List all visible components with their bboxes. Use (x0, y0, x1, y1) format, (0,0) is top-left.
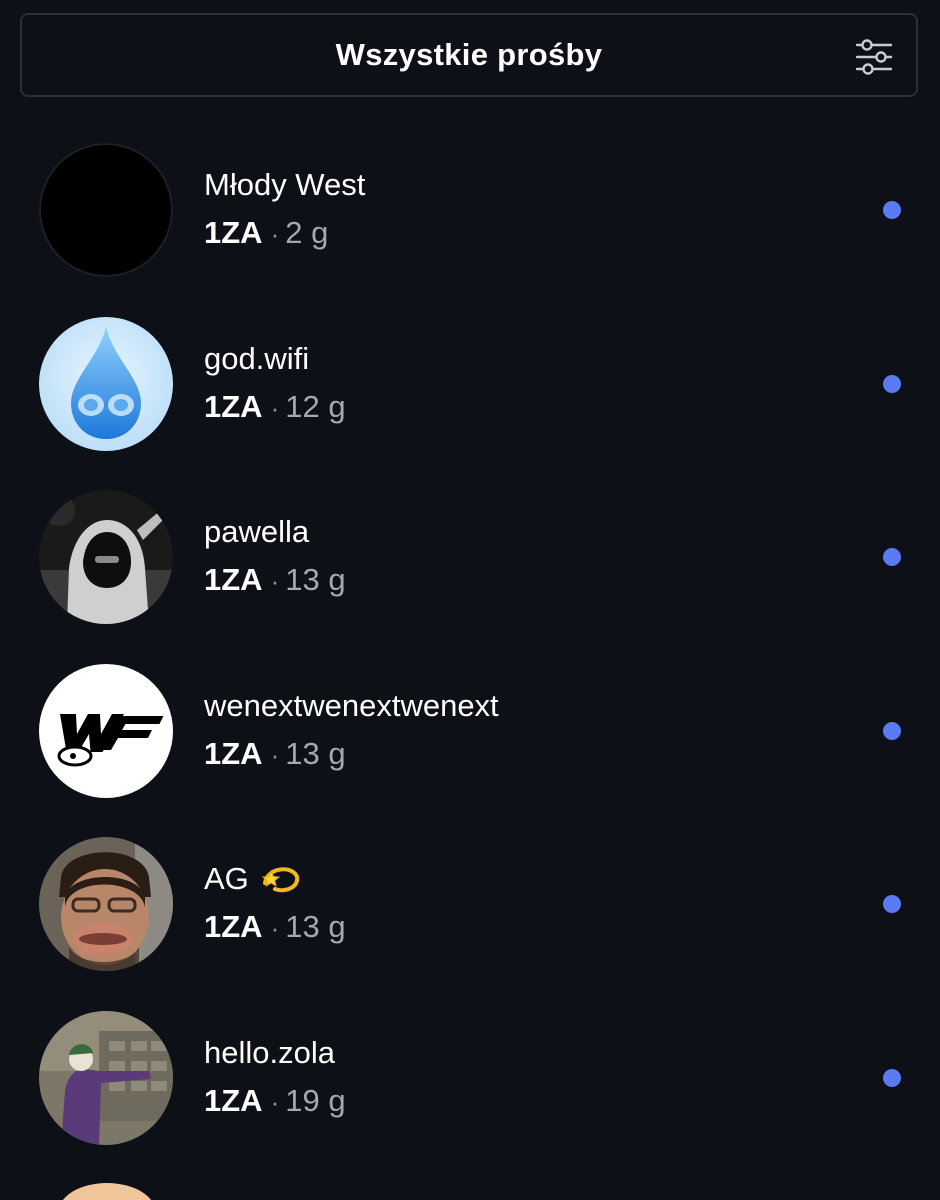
request-row[interactable]: pawella 1ZA · 13 g (0, 470, 940, 644)
face-avatar[interactable] (39, 837, 173, 972)
request-badge: 1ZA (204, 562, 263, 598)
meta-separator: · (270, 739, 280, 770)
meta-separator: · (270, 913, 280, 944)
sliders-icon[interactable] (854, 37, 894, 77)
unread-dot (883, 1068, 901, 1087)
request-name-text: AG (204, 861, 249, 897)
request-age: 13 g (285, 735, 346, 771)
hooded-person-avatar[interactable] (39, 490, 173, 625)
requests-filter-bar[interactable]: Wszystkie prośby (20, 13, 918, 97)
request-meta: 1ZA · 13 g (204, 909, 346, 946)
joker-avatar[interactable] (39, 1010, 173, 1145)
black-avatar[interactable] (39, 143, 173, 277)
unread-dot (883, 201, 901, 219)
meta-separator: · (270, 392, 280, 423)
unread-dot (883, 548, 901, 567)
request-row[interactable]: AG 1ZA · 13 g (0, 817, 940, 991)
request-row[interactable]: god.wifi 1ZA · 12 g (0, 297, 940, 471)
request-name: AG (204, 861, 301, 897)
filter-title: Wszystkie prośby (335, 37, 603, 72)
request-name: hello.zola (204, 1034, 335, 1070)
request-name: Młody West (204, 167, 366, 202)
request-age: 19 g (285, 1082, 346, 1118)
next-request-avatar[interactable] (58, 1183, 156, 1200)
request-age: 12 g (285, 388, 346, 424)
dizzy-star-emoji-icon (259, 861, 301, 895)
request-row[interactable]: Młody West 1ZA · 2 g (0, 123, 940, 297)
unread-dot (883, 895, 901, 914)
request-age: 13 g (285, 909, 346, 945)
request-name: pawella (204, 514, 310, 550)
request-badge: 1ZA (204, 1082, 263, 1118)
request-row[interactable]: wenextwenextwenext 1ZA · 13 g (0, 644, 940, 818)
meta-separator: · (270, 219, 280, 249)
request-meta: 1ZA · 19 g (204, 1083, 346, 1120)
request-badge: 1ZA (204, 388, 263, 424)
requests-list: Młody West 1ZA · 2 g god.wifi 1ZA · 12 g… (0, 123, 940, 1165)
unread-dot (883, 374, 901, 393)
meta-separator: · (270, 566, 280, 597)
request-meta: 1ZA · 13 g (204, 562, 346, 599)
request-meta: 1ZA · 13 g (204, 736, 346, 773)
meta-separator: · (270, 1086, 280, 1117)
request-badge: 1ZA (204, 735, 263, 771)
request-row[interactable]: hello.zola 1ZA · 19 g (0, 991, 940, 1165)
request-age: 2 g (285, 215, 329, 250)
wenext-logo-avatar[interactable] (39, 663, 173, 798)
request-badge: 1ZA (204, 909, 263, 945)
request-age: 13 g (285, 562, 346, 598)
water-drop-avatar[interactable] (39, 316, 173, 451)
request-name: god.wifi (204, 340, 310, 376)
request-name: wenextwenextwenext (204, 687, 499, 723)
request-badge: 1ZA (204, 215, 263, 250)
unread-dot (883, 721, 901, 740)
message-requests-screen: Wszystkie prośby Młody West 1ZA · 2 g go… (0, 0, 940, 1200)
request-meta: 1ZA · 12 g (204, 389, 346, 426)
request-meta: 1ZA · 2 g (204, 215, 328, 252)
